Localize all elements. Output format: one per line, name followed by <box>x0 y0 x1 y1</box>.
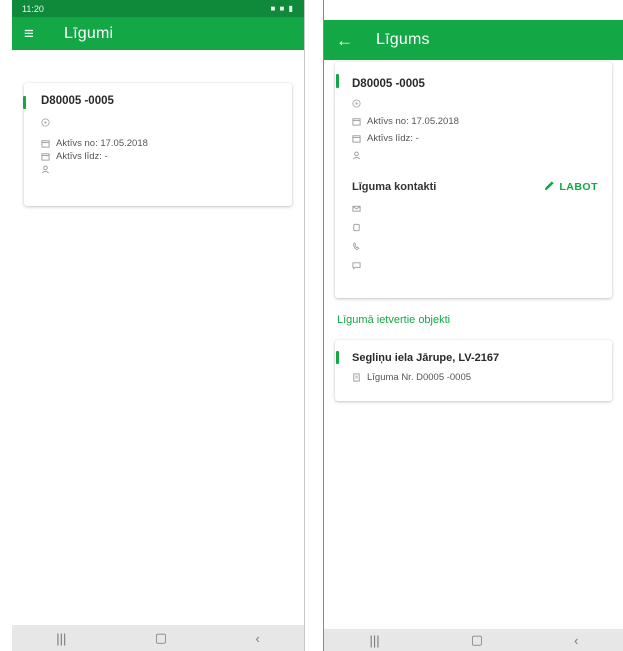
contract-detail-card: D80005 -0005 Aktīvs no: 17.05.2018 Aktīv… <box>335 62 612 298</box>
recent-apps-button[interactable]: ||| <box>56 631 66 646</box>
calendar-icon <box>41 152 53 161</box>
contract-status-row <box>352 97 598 110</box>
active-from-text: Aktīvs no: 17.05.2018 <box>367 116 459 127</box>
active-until-row: Aktīvs līdz: - <box>41 150 282 163</box>
status-time: 11:20 <box>22 3 44 14</box>
contract-detail-screen: ← Līgums D80005 -0005 Aktīvs no: 17.05.2… <box>323 0 623 651</box>
status-bar: 11:20 ■ ■ ▮ <box>12 0 304 17</box>
card-accent-bar <box>336 74 339 88</box>
page-title: Līgums <box>376 31 430 48</box>
card-accent-bar <box>23 96 26 109</box>
phone-row <box>352 240 598 253</box>
app-bar: ≡ Līgumi <box>12 17 304 50</box>
active-from-row: Aktīvs no: 17.05.2018 <box>41 137 282 150</box>
calendar-icon <box>352 117 364 126</box>
person-row <box>41 163 282 176</box>
contacts-title: Līguma kontakti <box>352 181 437 193</box>
back-arrow-icon[interactable]: ← <box>336 32 356 49</box>
circle-info-icon <box>41 118 53 127</box>
back-button[interactable]: ‹ <box>574 633 578 648</box>
active-until-text: Aktīvs līdz: - <box>367 133 419 144</box>
person-icon <box>41 165 53 174</box>
email-row <box>352 202 598 215</box>
system-nav-bar: ||| ▢ ‹ <box>12 625 304 651</box>
app-bar: ← Līgums <box>324 20 623 60</box>
system-nav-bar: ||| ▢ ‹ <box>324 629 623 651</box>
edit-label: LABOT <box>559 181 598 193</box>
mobile-row <box>352 221 598 234</box>
objects-section-title: Līgumā ietvertie objekti <box>337 314 451 326</box>
calendar-icon <box>41 139 53 148</box>
menu-icon[interactable]: ≡ <box>24 25 44 42</box>
active-from-text: Aktīvs no: 17.05.2018 <box>56 138 148 149</box>
circle-info-icon <box>352 99 364 108</box>
person-icon <box>352 151 364 160</box>
contract-number: D80005 -0005 <box>41 95 114 107</box>
edit-contacts-button[interactable]: LABOT <box>544 180 598 194</box>
recent-apps-button[interactable]: ||| <box>370 633 380 648</box>
active-until-text: Aktīvs līdz: - <box>56 151 108 162</box>
contract-card[interactable]: D80005 -0005 Aktīvs no: 17.05.2018 Aktīv… <box>23 83 292 206</box>
active-until-row: Aktīvs līdz: - <box>352 132 598 145</box>
contacts-header: Līguma kontakti LABOT <box>352 180 598 194</box>
person-row <box>352 149 598 162</box>
pencil-icon <box>544 180 555 194</box>
mobile-phone-icon <box>352 223 364 232</box>
object-contract-row: Līguma Nr. D0005 -0005 <box>352 371 602 384</box>
home-button[interactable]: ▢ <box>471 632 483 648</box>
status-icons: ■ ■ ▮ <box>270 4 294 13</box>
message-row <box>352 259 598 272</box>
object-address: Segliņu iela Jārupe, LV-2167 <box>352 352 500 364</box>
back-button[interactable]: ‹ <box>255 631 259 646</box>
card-accent-bar <box>336 351 339 364</box>
page-title: Līgumi <box>64 24 114 42</box>
home-button[interactable]: ▢ <box>155 630 167 646</box>
object-contract-text: Līguma Nr. D0005 -0005 <box>367 372 472 383</box>
active-from-row: Aktīvs no: 17.05.2018 <box>352 115 598 128</box>
contract-status-row <box>41 116 282 129</box>
document-icon <box>352 373 364 382</box>
envelope-icon <box>352 204 364 213</box>
object-card[interactable]: Segliņu iela Jārupe, LV-2167 Līguma Nr. … <box>335 340 612 401</box>
phone-icon <box>352 242 364 251</box>
calendar-icon <box>352 134 364 143</box>
chat-icon <box>352 261 364 270</box>
contracts-list-screen: 11:20 ■ ■ ▮ ≡ Līgumi D80005 -0005 Aktīvs… <box>12 0 305 651</box>
contract-number: D80005 -0005 <box>352 78 425 90</box>
